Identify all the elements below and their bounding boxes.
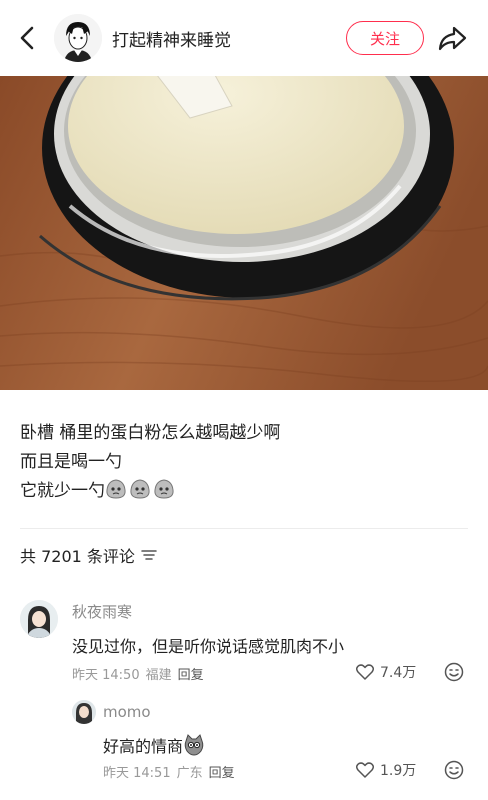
comment-location: 福建 — [145, 668, 172, 683]
cat-emoji-icon — [184, 734, 204, 756]
commenter-avatar[interactable] — [20, 600, 58, 638]
follow-button[interactable]: 关注 — [346, 21, 424, 55]
comment-location: 广东 — [176, 766, 203, 781]
caption-line-3-text: 它就少一勺 — [20, 481, 105, 501]
heart-icon — [356, 664, 374, 680]
comment-text: 好高的情商 — [103, 733, 205, 757]
comment-meta: 昨天 14:51 广东 回复 — [103, 762, 235, 781]
caption-line-1: 卧槽 桶里的蛋白粉怎么越喝越少啊 — [20, 423, 281, 443]
reply-button[interactable]: 回复 — [178, 664, 204, 683]
like-button[interactable]: 1.9万 — [356, 760, 416, 780]
author-name[interactable]: 打起精神来睡觉 — [112, 26, 231, 51]
commenter-avatar[interactable] — [72, 700, 96, 724]
reply-button[interactable]: 回复 — [209, 762, 235, 781]
comment-count-row[interactable]: 共 7201 条评论 — [20, 543, 157, 567]
divider — [20, 528, 468, 529]
author-avatar[interactable] — [54, 14, 102, 62]
like-count: 7.4万 — [380, 665, 417, 681]
comment-meta: 昨天 14:50 福建 回复 — [72, 664, 204, 683]
caption-line-3: 它就少一勺 — [20, 477, 470, 506]
heart-icon — [356, 762, 374, 778]
post-caption: 卧槽 桶里的蛋白粉怎么越喝越少啊 而且是喝一勺 它就少一勺 — [20, 419, 470, 506]
comment-count: 共 7201 条评论 — [20, 547, 135, 566]
comment-username[interactable]: momo — [103, 703, 151, 721]
sad-blob-emoji-icon — [130, 479, 150, 499]
comment-time: 昨天 14:51 — [103, 766, 171, 781]
like-button[interactable]: 7.4万 — [356, 662, 416, 682]
comment-text-content: 好高的情商 — [103, 737, 184, 756]
like-count: 1.9万 — [380, 763, 417, 779]
comment-text: 没见过你，但是听你说话感觉肌肉不小 — [72, 637, 345, 656]
emoji-react-icon[interactable] — [444, 662, 464, 682]
sad-blob-emoji-icon — [154, 479, 174, 499]
comment-username[interactable]: 秋夜雨寒 — [72, 601, 132, 622]
sort-icon[interactable] — [141, 548, 157, 562]
chevron-left-icon[interactable] — [14, 24, 42, 52]
caption-line-2: 而且是喝一勺 — [20, 452, 122, 472]
comment-time: 昨天 14:50 — [72, 668, 140, 683]
top-bar: 打起精神来睡觉 关注 — [0, 0, 488, 76]
post-image[interactable] — [0, 76, 488, 390]
emoji-react-icon[interactable] — [444, 760, 464, 780]
sad-blob-emoji-icon — [106, 479, 126, 499]
share-arrow-icon[interactable] — [436, 22, 468, 54]
